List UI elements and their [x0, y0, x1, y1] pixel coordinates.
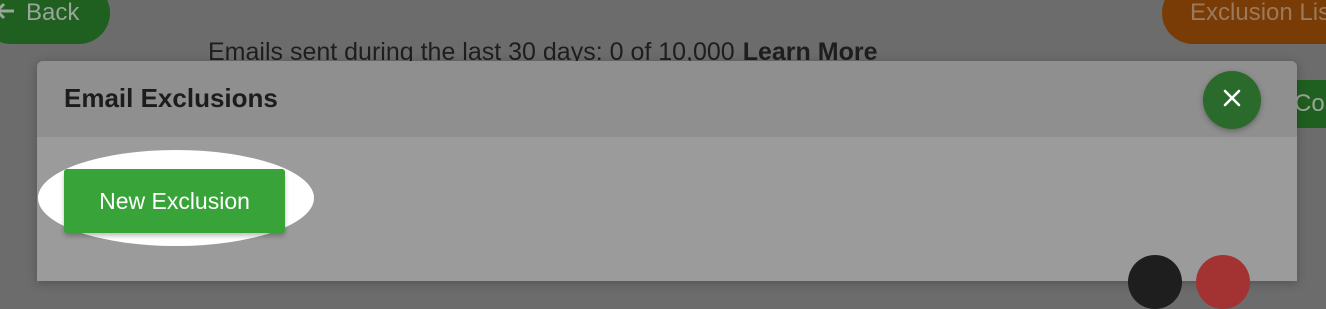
arrow-left-icon	[0, 0, 16, 27]
modal-header: Email Exclusions	[37, 61, 1297, 137]
right-action-label: Contacts	[1294, 90, 1326, 117]
exclusion-list-button[interactable]: Exclusion List	[1162, 0, 1326, 44]
close-icon	[1222, 88, 1242, 113]
back-button[interactable]: Back	[0, 0, 110, 44]
new-exclusion-button[interactable]: New Exclusion	[64, 169, 285, 233]
row-delete-button[interactable]	[1196, 255, 1250, 309]
back-label: Back	[26, 0, 80, 26]
modal-title: Email Exclusions	[64, 83, 278, 113]
row-action-button-dark[interactable]	[1128, 255, 1182, 309]
close-button[interactable]	[1203, 71, 1261, 129]
exclusion-list-label: Exclusion List	[1190, 0, 1326, 26]
